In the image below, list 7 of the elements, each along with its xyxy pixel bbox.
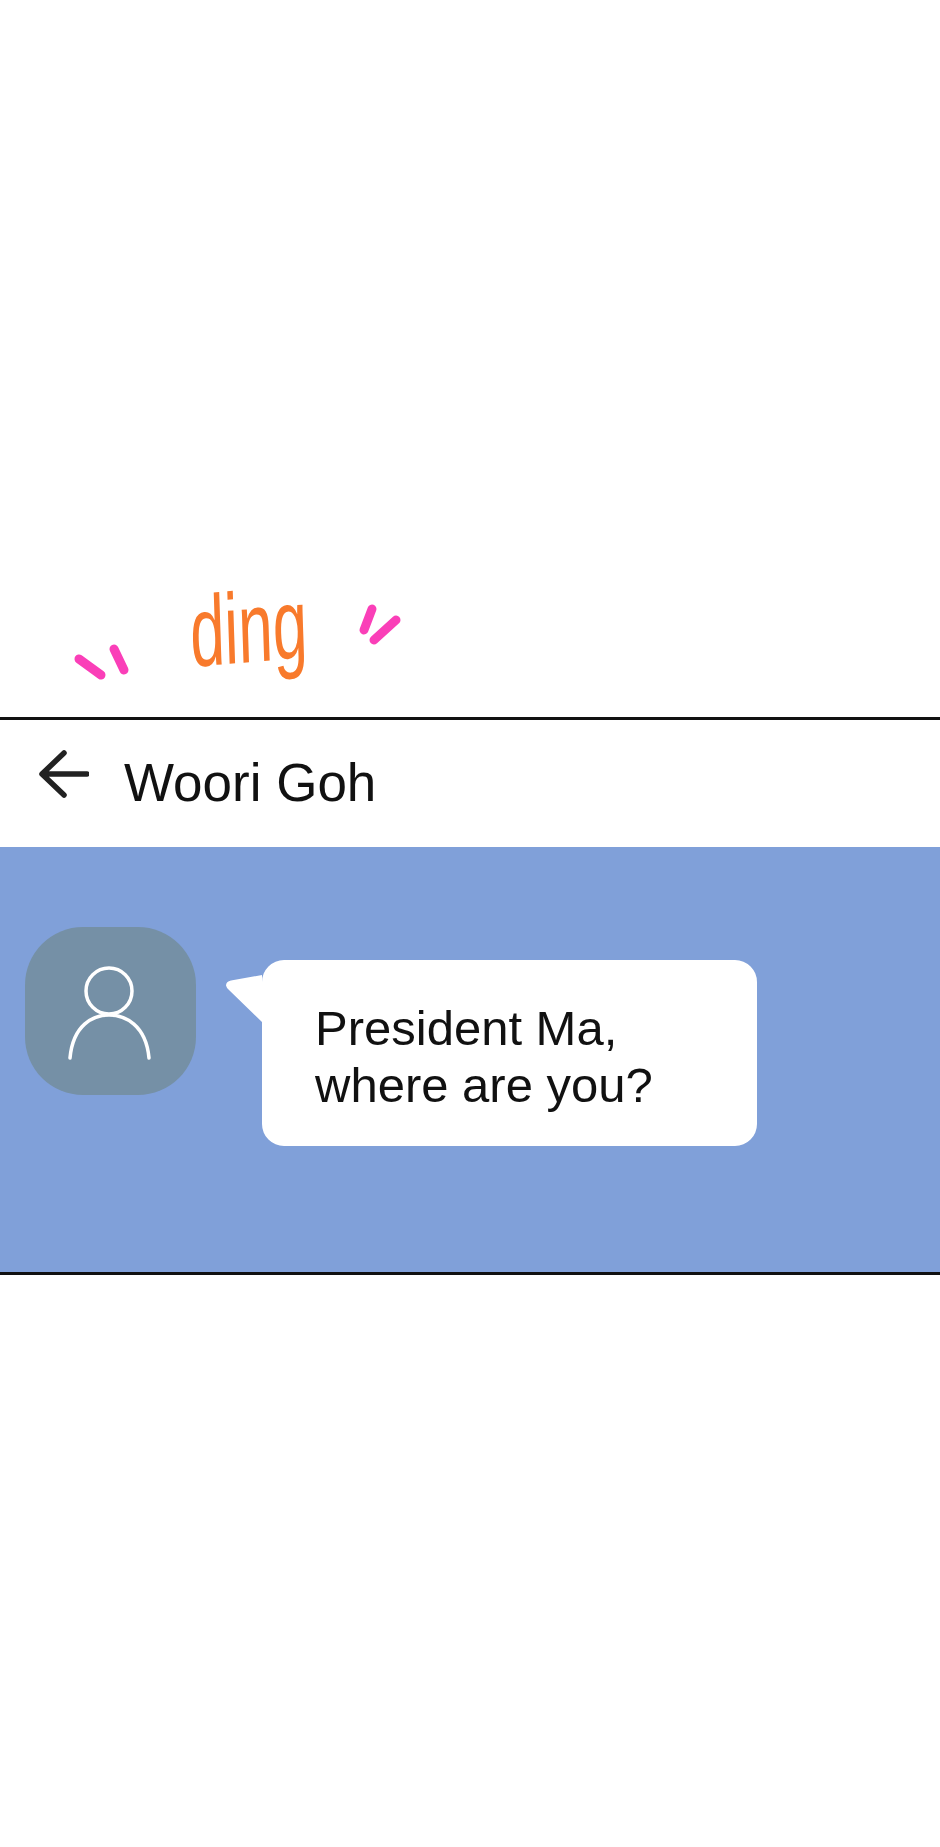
sound-effect-text: ding — [188, 572, 309, 682]
avatar-icon — [25, 927, 196, 1095]
back-arrow-icon[interactable] — [37, 748, 89, 800]
emphasis-line-icon — [109, 644, 129, 675]
contact-name: Woori Goh — [124, 756, 377, 809]
emphasis-line-icon — [74, 654, 106, 680]
message-text: President Ma, where are you? — [315, 1000, 654, 1114]
